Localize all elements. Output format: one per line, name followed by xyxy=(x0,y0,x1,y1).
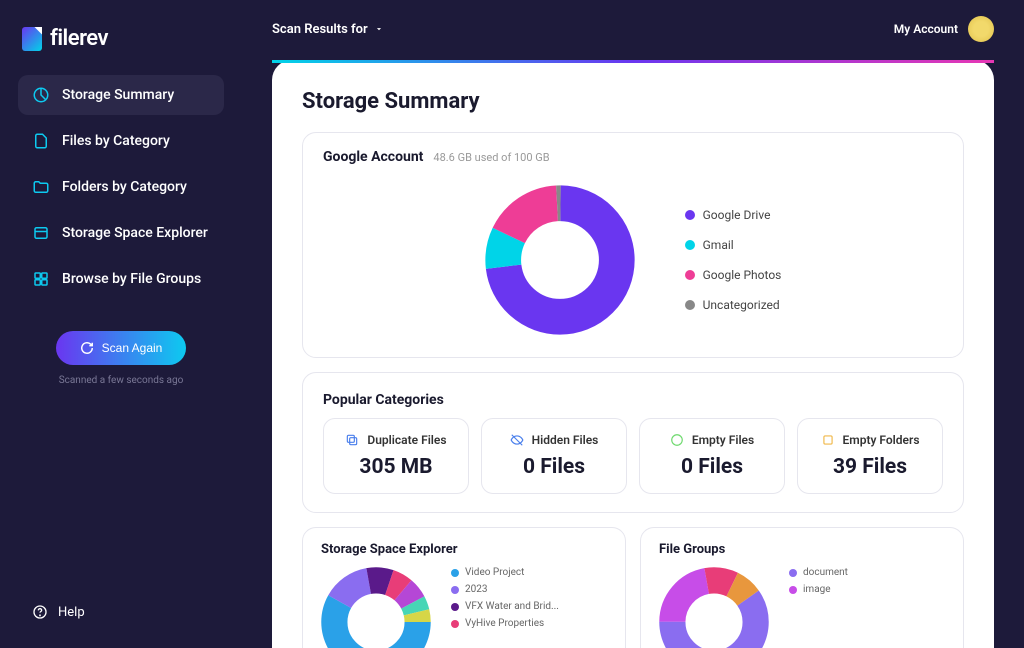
file-groups-card[interactable]: File Groups document image xyxy=(640,527,964,648)
groups-title: File Groups xyxy=(659,542,945,557)
sidebar-item-files-by-category[interactable]: Files by Category xyxy=(18,121,224,161)
category-card-hidden[interactable]: Hidden Files 0 Files xyxy=(481,418,627,494)
category-value: 0 Files xyxy=(650,455,774,479)
brand-logo[interactable]: filerev xyxy=(18,20,224,75)
sidebar: filerev Storage Summary Files by Categor… xyxy=(0,0,242,648)
account-label: My Account xyxy=(894,22,958,36)
chevron-down-icon xyxy=(374,24,384,34)
popular-card-title: Popular Categories xyxy=(323,392,444,408)
sidebar-item-storage-explorer[interactable]: Storage Space Explorer xyxy=(18,213,224,253)
popular-categories-card: Popular Categories Duplicate Files 305 M… xyxy=(302,372,964,513)
brand-name: filerev xyxy=(50,26,108,51)
google-account-card: Google Account 48.6 GB used of 100 GB Go… xyxy=(302,132,964,358)
empty-folder-icon xyxy=(821,433,835,447)
folder-icon xyxy=(32,178,50,196)
legend-item: Gmail xyxy=(685,238,782,252)
refresh-icon xyxy=(80,341,94,355)
account-card-title: Google Account xyxy=(323,149,423,165)
groups-legend: document image xyxy=(789,567,848,595)
file-icon xyxy=(32,132,50,150)
main-content: Storage Summary Google Account 48.6 GB u… xyxy=(272,60,994,648)
sidebar-item-label: Storage Space Explorer xyxy=(62,225,208,241)
sidebar-item-label: Browse by File Groups xyxy=(62,271,201,287)
breadcrumb[interactable]: Scan Results for xyxy=(272,22,384,37)
category-value: 0 Files xyxy=(492,455,616,479)
category-value: 305 MB xyxy=(334,455,458,479)
scan-again-button[interactable]: Scan Again xyxy=(56,331,187,365)
category-card-empty-files[interactable]: Empty Files 0 Files xyxy=(639,418,785,494)
category-card-duplicate[interactable]: Duplicate Files 305 MB xyxy=(323,418,469,494)
sidebar-item-label: Files by Category xyxy=(62,133,170,149)
topbar: Scan Results for My Account xyxy=(242,0,1024,52)
pie-chart-icon xyxy=(32,86,50,104)
duplicate-icon xyxy=(345,433,359,447)
sidebar-item-file-groups[interactable]: Browse by File Groups xyxy=(18,259,224,299)
explorer-icon xyxy=(32,224,50,242)
groups-donut-chart xyxy=(659,567,769,648)
storage-donut-chart xyxy=(485,185,635,335)
explorer-legend: Video Project 2023 VFX Water and Brid...… xyxy=(451,567,559,629)
sidebar-item-label: Folders by Category xyxy=(62,179,187,195)
legend-item: Uncategorized xyxy=(685,298,782,312)
grid-icon xyxy=(32,270,50,288)
category-value: 39 Files xyxy=(808,455,932,479)
sidebar-item-folders-by-category[interactable]: Folders by Category xyxy=(18,167,224,207)
donut-legend: Google Drive Gmail Google Photos Uncateg… xyxy=(685,208,782,312)
avatar xyxy=(968,16,994,42)
sidebar-item-label: Storage Summary xyxy=(62,87,174,103)
explorer-title: Storage Space Explorer xyxy=(321,542,607,557)
breadcrumb-label: Scan Results for xyxy=(272,22,368,37)
scan-status-text: Scanned a few seconds ago xyxy=(18,375,224,386)
help-link[interactable]: Help xyxy=(18,596,224,628)
logo-icon xyxy=(22,27,42,51)
help-icon xyxy=(32,604,48,620)
category-card-empty-folders[interactable]: Empty Folders 39 Files xyxy=(797,418,943,494)
page-title: Storage Summary xyxy=(302,89,964,114)
help-label: Help xyxy=(58,605,85,620)
scan-button-label: Scan Again xyxy=(102,341,163,355)
sidebar-item-storage-summary[interactable]: Storage Summary xyxy=(18,75,224,115)
storage-explorer-card[interactable]: Storage Space Explorer Video Pr xyxy=(302,527,626,648)
explorer-donut-chart xyxy=(321,567,431,648)
my-account-link[interactable]: My Account xyxy=(894,16,994,42)
legend-item: Google Photos xyxy=(685,268,782,282)
account-usage-text: 48.6 GB used of 100 GB xyxy=(433,151,549,164)
empty-file-icon xyxy=(670,433,684,447)
legend-item: Google Drive xyxy=(685,208,782,222)
hidden-icon xyxy=(510,433,524,447)
